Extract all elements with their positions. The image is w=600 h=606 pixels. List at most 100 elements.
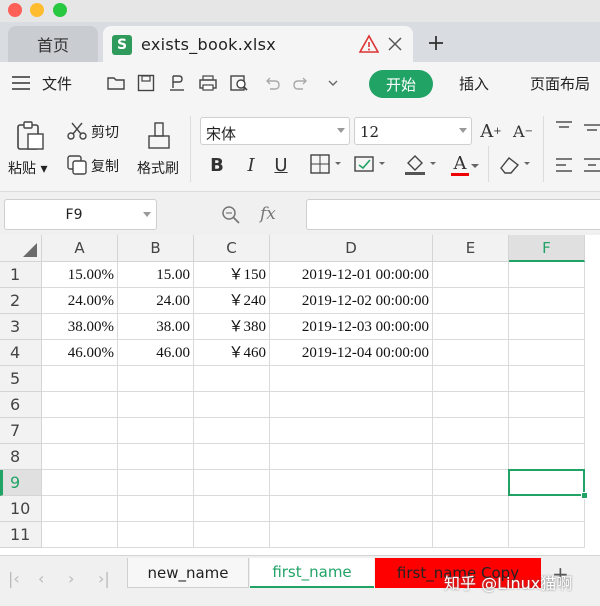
paste-button[interactable]: 粘贴 ▾	[8, 158, 47, 178]
row-header-9[interactable]: 9	[0, 470, 42, 496]
fx-icon[interactable]: fx	[260, 204, 276, 224]
cell-b1[interactable]: 15.00	[118, 262, 194, 288]
cell-d1[interactable]: 2019-12-01 00:00:00	[270, 262, 433, 288]
borders-icon[interactable]	[310, 154, 346, 174]
column-header-e[interactable]: E	[433, 235, 509, 262]
paste-icon[interactable]	[14, 120, 46, 152]
cell-d6[interactable]	[270, 392, 433, 418]
last-sheet-icon[interactable]: ›|	[98, 569, 110, 588]
cell-b11[interactable]	[118, 522, 194, 548]
cell-e7[interactable]	[433, 418, 509, 444]
tab-home[interactable]: 首页	[8, 26, 98, 62]
spreadsheet-grid[interactable]: A B C D E F 1 15.00% 15.00 ￥150 2019-12-01 00:00:0…	[0, 235, 600, 555]
row-header-7[interactable]: 7	[0, 418, 42, 444]
row-header-11[interactable]: 11	[0, 522, 42, 548]
tab-page-layout[interactable]: 页面布局	[530, 73, 590, 94]
cell-c10[interactable]	[194, 496, 270, 522]
column-header-c[interactable]: C	[194, 235, 270, 262]
cell-a8[interactable]	[42, 444, 118, 470]
cut-button[interactable]: 剪切	[91, 122, 119, 142]
cell-d9[interactable]	[270, 470, 433, 496]
column-header-b[interactable]: B	[118, 235, 194, 262]
zoom-icon[interactable]	[220, 204, 242, 226]
cell-f8[interactable]	[509, 444, 585, 470]
cell-f6[interactable]	[509, 392, 585, 418]
sheet-tab-first-name[interactable]: first_name	[250, 558, 374, 588]
copy-button[interactable]: 复制	[91, 156, 119, 176]
tab-insert[interactable]: 插入	[459, 73, 489, 94]
cell-d8[interactable]	[270, 444, 433, 470]
cell-style-icon[interactable]	[354, 154, 390, 174]
italic-button[interactable]: I	[240, 152, 262, 178]
cell-b2[interactable]: 24.00	[118, 288, 194, 314]
cell-c9[interactable]	[194, 470, 270, 496]
cell-c3[interactable]: ￥380	[194, 314, 270, 340]
cell-e4[interactable]	[433, 340, 509, 366]
name-box[interactable]: F9	[4, 199, 157, 230]
cell-d11[interactable]	[270, 522, 433, 548]
cell-c7[interactable]	[194, 418, 270, 444]
cell-d7[interactable]	[270, 418, 433, 444]
cell-f7[interactable]	[509, 418, 585, 444]
close-icon[interactable]	[385, 34, 405, 54]
cell-f2[interactable]	[509, 288, 585, 314]
align-middle-icon[interactable]	[582, 120, 600, 136]
cell-a2[interactable]: 24.00%	[42, 288, 118, 314]
cell-e8[interactable]	[433, 444, 509, 470]
align-top-icon[interactable]	[554, 120, 574, 136]
sheet-tab-new-name[interactable]: new_name	[127, 558, 249, 588]
column-header-a[interactable]: A	[42, 235, 118, 262]
cell-a9[interactable]	[42, 470, 118, 496]
prev-sheet-icon[interactable]: ‹	[38, 569, 44, 588]
hamburger-menu-icon[interactable]	[12, 76, 30, 90]
cell-a1[interactable]: 15.00%	[42, 262, 118, 288]
cell-e3[interactable]	[433, 314, 509, 340]
fill-handle[interactable]	[581, 492, 588, 499]
cell-f10[interactable]	[509, 496, 585, 522]
eraser-icon[interactable]	[498, 154, 534, 176]
next-sheet-icon[interactable]: ›	[68, 569, 74, 588]
cell-c6[interactable]	[194, 392, 270, 418]
menu-file[interactable]: 文件	[42, 73, 72, 94]
cell-f4[interactable]	[509, 340, 585, 366]
cell-e9[interactable]	[433, 470, 509, 496]
cell-c4[interactable]: ￥460	[194, 340, 270, 366]
cell-f11[interactable]	[509, 522, 585, 548]
cell-e1[interactable]	[433, 262, 509, 288]
cell-a6[interactable]	[42, 392, 118, 418]
cell-c8[interactable]	[194, 444, 270, 470]
cell-e10[interactable]	[433, 496, 509, 522]
cell-f3[interactable]	[509, 314, 585, 340]
grow-font-button[interactable]: A +	[480, 118, 502, 144]
font-color-button[interactable]: A	[449, 152, 471, 178]
column-header-f[interactable]: F	[509, 235, 585, 262]
fill-icon[interactable]	[404, 154, 440, 176]
more-dropdown-icon[interactable]	[323, 73, 343, 93]
font-name-select[interactable]: 宋体	[200, 117, 350, 145]
maximize-window-button[interactable]	[53, 3, 67, 17]
row-header-8[interactable]: 8	[0, 444, 42, 470]
redo-icon[interactable]	[291, 73, 311, 93]
row-header-5[interactable]: 5	[0, 366, 42, 392]
select-all-corner[interactable]	[0, 235, 42, 262]
cell-a3[interactable]: 38.00%	[42, 314, 118, 340]
print-preview-icon[interactable]	[229, 73, 249, 93]
cell-e2[interactable]	[433, 288, 509, 314]
format-icon[interactable]	[167, 73, 187, 93]
cell-e6[interactable]	[433, 392, 509, 418]
cell-c2[interactable]: ￥240	[194, 288, 270, 314]
add-tab-icon[interactable]	[425, 32, 447, 54]
cell-b7[interactable]	[118, 418, 194, 444]
warning-icon[interactable]	[359, 34, 379, 54]
cell-b10[interactable]	[118, 496, 194, 522]
cell-c1[interactable]: ￥150	[194, 262, 270, 288]
cell-a10[interactable]	[42, 496, 118, 522]
cell-b5[interactable]	[118, 366, 194, 392]
cell-b3[interactable]: 38.00	[118, 314, 194, 340]
save-icon[interactable]	[136, 73, 156, 93]
brush-icon[interactable]	[145, 120, 173, 152]
cell-e11[interactable]	[433, 522, 509, 548]
cell-a4[interactable]: 46.00%	[42, 340, 118, 366]
cell-a7[interactable]	[42, 418, 118, 444]
cell-d5[interactable]	[270, 366, 433, 392]
